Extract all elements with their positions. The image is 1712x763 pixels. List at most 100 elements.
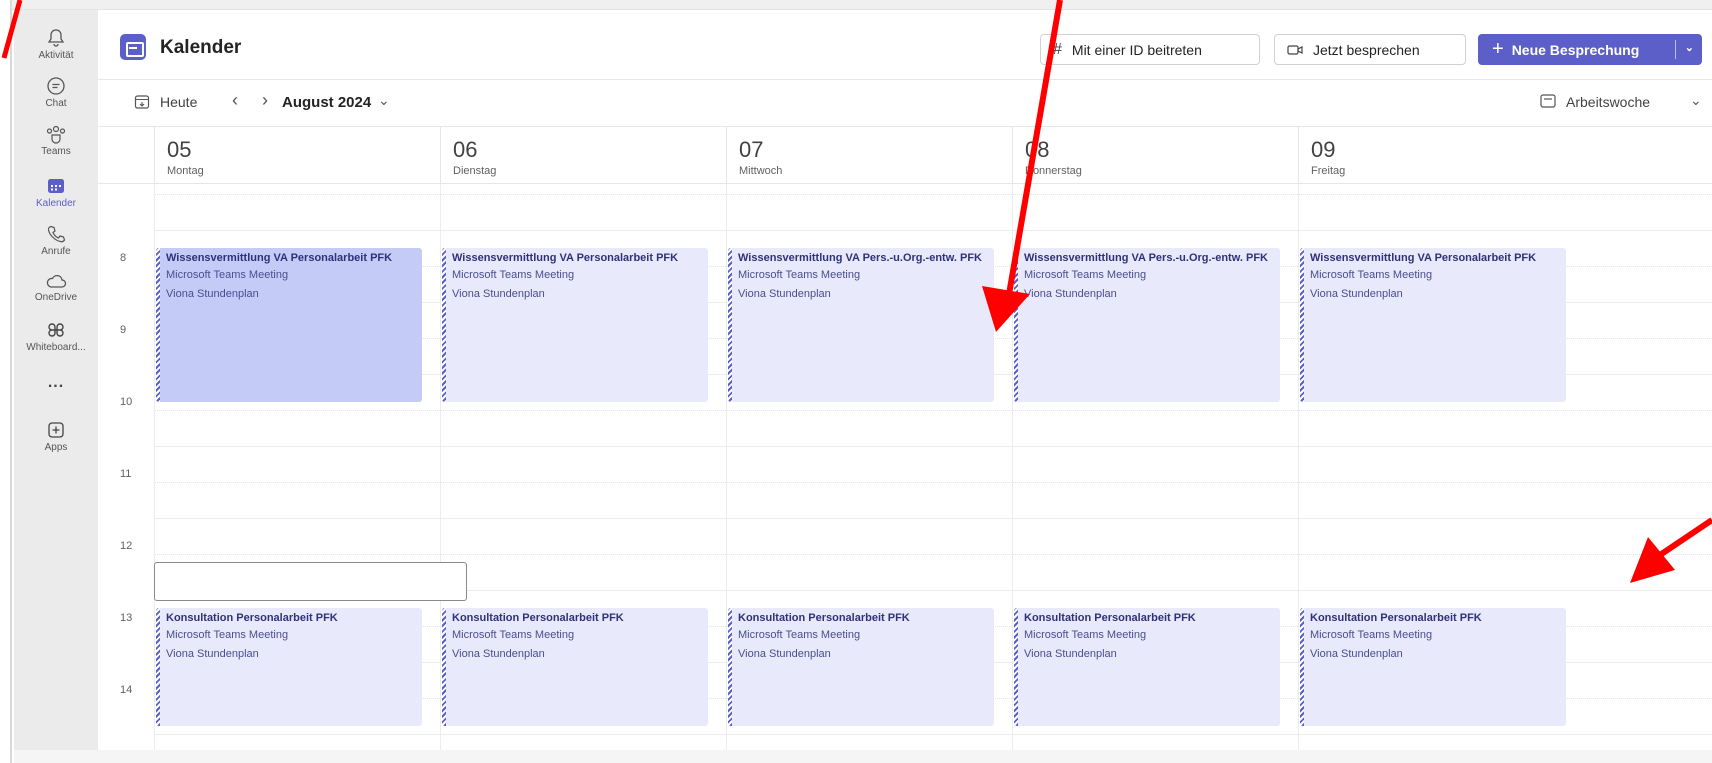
view-switcher-button[interactable]: Arbeitswoche (1566, 94, 1650, 110)
event-title: Konsultation Personalarbeit PFK (452, 612, 624, 624)
rail-label: Chat (45, 98, 67, 109)
rail-item-more[interactable]: ... (14, 374, 98, 392)
more-icon: ... (47, 374, 65, 391)
chat-icon (47, 77, 65, 95)
event-organizer: Viona Stundenplan (166, 288, 259, 300)
event-card-mon-morning[interactable]: Wissensvermittlung VA Personalarbeit PFK… (156, 248, 422, 402)
rail-item-whiteboard[interactable]: Whiteboard... (14, 320, 98, 353)
day-header-mon[interactable]: 05 Montag (154, 127, 440, 185)
join-with-id-label: Mit einer ID beitreten (1071, 41, 1202, 58)
rail-item-teams[interactable]: Teams (14, 124, 98, 157)
month-picker[interactable]: August 2024 (282, 94, 371, 111)
event-title: Wissensvermittlung VA Pers.-u.Org.-entw.… (738, 252, 982, 264)
event-title: Wissensvermittlung VA Personalarbeit PFK (452, 252, 679, 264)
bell-icon (47, 29, 65, 47)
event-title: Wissensvermittlung VA Personalarbeit PFK (166, 252, 393, 264)
tentative-stripe (728, 248, 732, 402)
tentative-stripe (156, 248, 160, 402)
day-number: 06 (453, 137, 478, 162)
hash-icon: # (1053, 40, 1062, 58)
day-header-thu[interactable]: 08 Donnerstag (1012, 127, 1298, 185)
event-subtitle: Microsoft Teams Meeting (166, 629, 289, 641)
day-header-wed[interactable]: 07 Mittwoch (726, 127, 1012, 185)
meet-now-button[interactable]: Jetzt besprechen (1274, 34, 1466, 65)
event-subtitle: Microsoft Teams Meeting (1024, 629, 1147, 641)
rail-label: Anrufe (41, 246, 71, 257)
rail-label: Kalender (35, 198, 77, 209)
event-organizer: Viona Stundenplan (1024, 288, 1117, 300)
rail-label: OneDrive (34, 292, 78, 303)
event-title: Wissensvermittlung VA Pers.-u.Org.-entw.… (1024, 252, 1268, 264)
day-header-fri[interactable]: 09 Freitag (1298, 127, 1584, 185)
event-card-fri-morning[interactable]: Wissensvermittlung VA Personalarbeit PFK… (1300, 248, 1566, 402)
rail-item-calls[interactable]: Anrufe (14, 224, 98, 257)
event-title: Konsultation Personalarbeit PFK (1024, 612, 1196, 624)
event-card-mon-afternoon[interactable]: Konsultation Personalarbeit PFK Microsof… (156, 608, 422, 726)
rail-label: Apps (44, 442, 68, 453)
day-header-tue[interactable]: 06 Dienstag (440, 127, 726, 185)
event-card-thu-afternoon[interactable]: Konsultation Personalarbeit PFK Microsof… (1014, 608, 1280, 726)
meet-now-label: Jetzt besprechen (1313, 41, 1420, 58)
event-organizer: Viona Stundenplan (452, 648, 545, 660)
new-meeting-button[interactable]: + Neue Besprechung ⌄ (1478, 34, 1702, 65)
day-number: 08 (1025, 137, 1050, 162)
calendar-icon (48, 179, 64, 193)
event-title: Konsultation Personalarbeit PFK (166, 612, 338, 624)
rail-item-onedrive[interactable]: OneDrive (14, 272, 98, 303)
event-card-thu-morning[interactable]: Wissensvermittlung VA Pers.-u.Org.-entw.… (1014, 248, 1280, 402)
event-title: Konsultation Personalarbeit PFK (738, 612, 910, 624)
day-name: Montag (167, 165, 204, 177)
event-title: Konsultation Personalarbeit PFK (1310, 612, 1482, 624)
event-subtitle: Microsoft Teams Meeting (1310, 629, 1433, 641)
column-divider (726, 184, 727, 750)
column-divider (440, 184, 441, 750)
tentative-stripe (1300, 248, 1304, 402)
event-subtitle: Microsoft Teams Meeting (738, 629, 861, 641)
window-frame-left (0, 0, 12, 763)
event-title: Wissensvermittlung VA Personalarbeit PFK (1310, 252, 1537, 264)
rail-item-chat[interactable]: Chat (14, 76, 98, 109)
app-rail: Aktivität Chat Teams Kalender Anrufe One… (14, 10, 98, 763)
chevron-down-icon[interactable]: ⌄ (1685, 41, 1694, 54)
button-divider (1675, 40, 1676, 59)
grid-line (154, 410, 1712, 411)
event-subtitle: Microsoft Teams Meeting (1024, 269, 1147, 281)
week-day-header: 05 Montag 06 Dienstag 07 Mittwoch 08 Don… (98, 126, 1712, 185)
event-card-tue-afternoon[interactable]: Konsultation Personalarbeit PFK Microsof… (442, 608, 708, 726)
rail-item-calendar[interactable]: Kalender (14, 176, 98, 209)
event-organizer: Viona Stundenplan (1310, 288, 1403, 300)
event-card-wed-morning[interactable]: Wissensvermittlung VA Pers.-u.Org.-entw.… (728, 248, 994, 402)
day-number: 05 (167, 137, 192, 162)
rail-item-apps[interactable]: Apps (14, 420, 98, 453)
event-card-wed-afternoon[interactable]: Konsultation Personalarbeit PFK Microsof… (728, 608, 994, 726)
tentative-stripe (1014, 608, 1018, 726)
day-name: Dienstag (453, 165, 497, 177)
phone-icon (47, 225, 66, 243)
event-subtitle: Microsoft Teams Meeting (738, 269, 861, 281)
grid-line (154, 194, 1712, 195)
calendar-grid[interactable]: 8 9 10 11 12 13 14 Wissensvermittlung VA… (98, 184, 1712, 750)
rail-item-activity[interactable]: Aktivität (14, 28, 98, 61)
chevron-right-icon[interactable]: › (262, 90, 268, 111)
bottom-strip (14, 750, 1712, 763)
chevron-down-icon[interactable]: ⌄ (378, 92, 390, 109)
chevron-down-icon[interactable]: ⌄ (1690, 92, 1702, 109)
event-subtitle: Microsoft Teams Meeting (452, 629, 575, 641)
hour-label: 14 (120, 684, 133, 696)
event-organizer: Viona Stundenplan (452, 288, 545, 300)
event-card-tue-morning[interactable]: Wissensvermittlung VA Personalarbeit PFK… (442, 248, 708, 402)
selected-time-slot[interactable] (154, 562, 467, 601)
tentative-stripe (1014, 248, 1018, 402)
today-button[interactable]: Heute (160, 94, 197, 110)
join-with-id-button[interactable]: # Mit einer ID beitreten (1040, 34, 1260, 65)
whiteboard-icon (48, 323, 64, 337)
tentative-stripe (442, 248, 446, 402)
grid-line (154, 734, 1712, 735)
event-subtitle: Microsoft Teams Meeting (166, 269, 289, 281)
event-card-fri-afternoon[interactable]: Konsultation Personalarbeit PFK Microsof… (1300, 608, 1566, 726)
event-organizer: Viona Stundenplan (1024, 648, 1117, 660)
window-top-strip (12, 0, 1712, 10)
calendar-header: Kalender # Mit einer ID beitreten Jetzt … (98, 10, 1712, 80)
tentative-stripe (156, 608, 160, 726)
chevron-left-icon[interactable]: ‹ (232, 90, 238, 111)
